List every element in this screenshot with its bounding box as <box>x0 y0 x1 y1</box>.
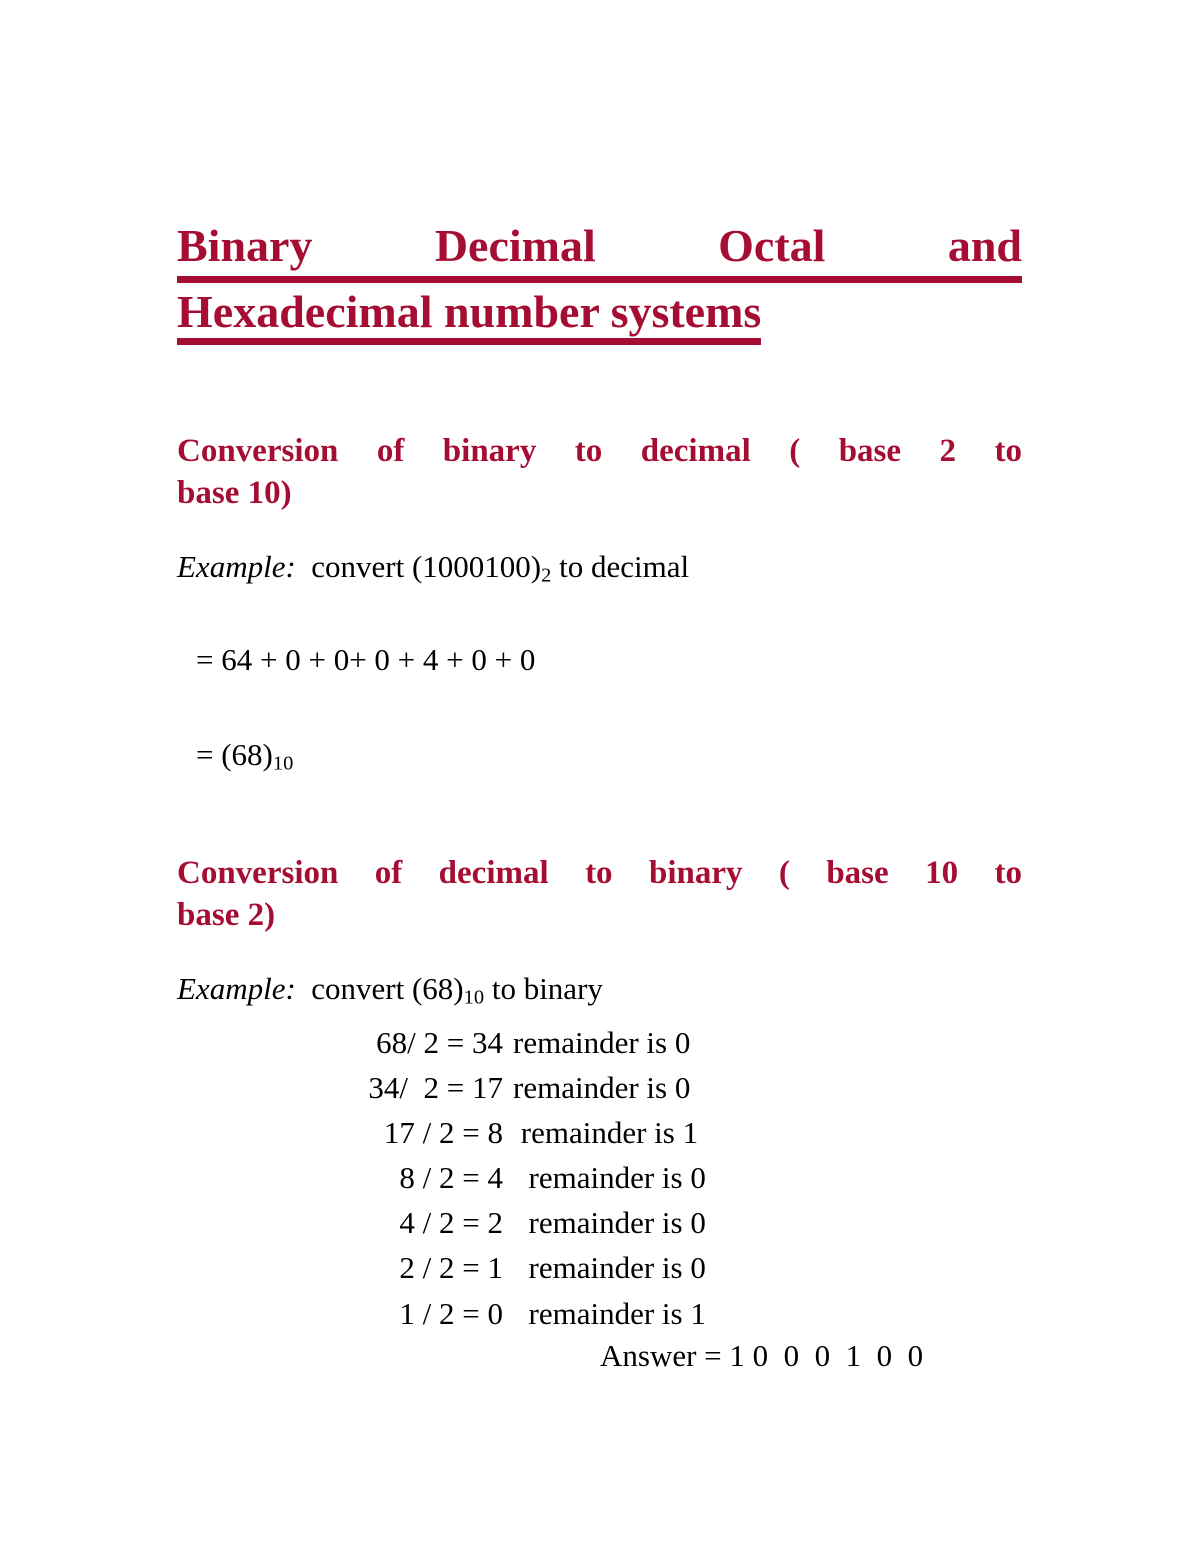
page-title-line-1-text: Binary Decimal Octal and <box>177 217 1022 283</box>
division-step-expression: 8 / 2 = 4 <box>399 1160 503 1196</box>
example-subscript-1: 2 <box>541 564 552 587</box>
example-label-2: Example: <box>177 971 296 1006</box>
division-step-row: 17 / 2 = 8 remainder is 1 <box>310 1110 930 1155</box>
example-label-1: Example: <box>177 549 296 584</box>
section-heading-2-line-2: base 2) <box>177 897 276 934</box>
division-step-remainder: remainder is 1 <box>513 1295 706 1331</box>
division-step-row: 34/ 2 = 17 remainder is 0 <box>310 1065 930 1110</box>
division-step-expression: 2 / 2 = 1 <box>399 1250 503 1286</box>
example-line-binary-to-decimal: Example: convert (1000100)2 to decimal <box>177 548 689 586</box>
answer-line: Answer = 1 0 0 0 1 0 0 <box>600 1338 924 1373</box>
division-step-remainder: remainder is 1 <box>513 1115 699 1151</box>
section-heading-line-1: Conversion of binary to decimal ( base 2… <box>177 433 1022 470</box>
division-step-row: 2 / 2 = 1 remainder is 0 <box>310 1245 930 1290</box>
example-subscript-2: 10 <box>463 986 485 1009</box>
division-step-remainder: remainder is 0 <box>513 1160 706 1196</box>
equation-result-prefix: = (68) <box>196 737 273 772</box>
equation-result-subscript: 10 <box>272 752 294 775</box>
example-text-1-after: to decimal <box>551 549 690 584</box>
page-title: Binary Decimal Octal and Hexadecimal num… <box>177 217 1022 345</box>
division-step-remainder: remainder is 0 <box>513 1025 691 1060</box>
division-step-expression: 34/ 2 = 17 <box>368 1070 503 1106</box>
page-title-line-1: Binary Decimal Octal and <box>177 217 1022 283</box>
equation-decimal-result: = (68)10 <box>196 736 293 774</box>
example-line-decimal-to-binary: Example: convert (68)10 to binary <box>177 970 603 1008</box>
division-step-row: 68/ 2 = 34 remainder is 0 <box>310 1020 930 1065</box>
section-heading-line-2: base 10) <box>177 475 292 512</box>
example-text-2-after: to binary <box>484 971 603 1006</box>
section-heading-decimal-to-binary: Conversion of decimal to binary ( base 1… <box>177 853 1022 937</box>
division-step-remainder: remainder is 0 <box>513 1250 706 1286</box>
section-heading-2-line-1: Conversion of decimal to binary ( base 1… <box>177 855 1022 892</box>
example-text-1-before: convert (1000100) <box>295 549 542 584</box>
page-title-line-2: Hexadecimal number systems <box>177 283 1022 345</box>
equation-sum-expansion: = 64 + 0 + 0+ 0 + 4 + 0 + 0 <box>196 642 536 677</box>
division-step-remainder: remainder is 0 <box>513 1205 706 1241</box>
division-step-row: 4 / 2 = 2 remainder is 0 <box>310 1200 930 1245</box>
page-title-line-2-text: Hexadecimal number systems <box>177 285 762 345</box>
division-step-expression: 4 / 2 = 2 <box>399 1205 503 1241</box>
division-step-row: 8 / 2 = 4 remainder is 0 <box>310 1155 930 1200</box>
division-step-remainder: remainder is 0 <box>513 1070 691 1106</box>
division-step-expression: 1 / 2 = 0 <box>399 1295 503 1331</box>
division-step-row: 1 / 2 = 0 remainder is 1 <box>310 1291 930 1336</box>
division-step-expression: 17 / 2 = 8 <box>383 1115 503 1151</box>
division-steps-list: 68/ 2 = 34 remainder is 0 34/ 2 = 17 rem… <box>310 1020 930 1336</box>
example-text-2-before: convert (68) <box>295 971 464 1006</box>
document-page: Binary Decimal Octal and Hexadecimal num… <box>177 0 1022 1553</box>
division-step-expression: 68/ 2 = 34 <box>376 1025 503 1060</box>
section-heading-binary-to-decimal: Conversion of binary to decimal ( base 2… <box>177 431 1022 515</box>
